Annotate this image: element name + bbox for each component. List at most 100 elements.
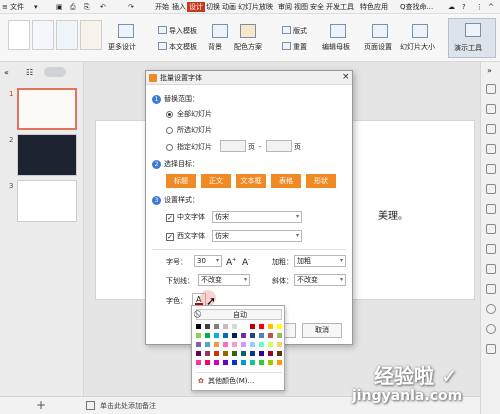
color-swatch[interactable] [258,332,265,339]
collapse-icon[interactable]: ^ [488,2,494,12]
lock-icon[interactable] [486,244,496,254]
color-swatch[interactable] [195,323,202,330]
select-icon[interactable] [486,164,496,174]
tab-developer[interactable]: 开发工具 [326,2,354,12]
tab-special[interactable]: 特色应用 [360,2,388,12]
undo-icon[interactable]: ↶ [100,2,106,12]
color-swatch[interactable] [195,359,202,366]
color-swatch[interactable] [213,359,220,366]
more-icon[interactable]: ⋮ [476,2,483,12]
print-icon[interactable]: ⎘ [84,2,90,12]
color-swatch[interactable] [240,359,247,366]
presenter-tools-button[interactable]: 演示工具 [448,18,496,58]
font-size-select[interactable]: 30 ▾ [194,255,222,267]
image-icon[interactable] [486,264,496,274]
west-font-checkbox[interactable]: ✓ [166,233,174,241]
color-swatch[interactable] [276,350,283,357]
design-thumb-1[interactable] [8,20,30,50]
thumbnail-view-toggle[interactable] [44,67,66,77]
help-circle-icon[interactable] [486,304,496,314]
color-swatch[interactable] [240,323,247,330]
cn-font-checkbox[interactable]: ✓ [166,214,174,222]
collapse-right-icon[interactable]: » [487,66,492,75]
tools-icon[interactable] [486,344,496,354]
redo-icon[interactable]: ↷ [128,2,134,12]
design-thumb-3[interactable] [56,20,78,50]
list-view-icon[interactable]: ☷ [26,68,33,77]
page-from-input[interactable] [220,140,246,152]
color-swatch[interactable] [240,332,247,339]
cancel-button[interactable]: 取消 [302,323,342,338]
page-to-input[interactable] [266,140,292,152]
tab-slideshow[interactable]: 幻灯片放映 [238,2,273,12]
target-body-button[interactable]: 正文 [201,174,231,188]
color-swatch[interactable] [267,341,274,348]
file-menu[interactable]: 文件 [10,2,24,12]
color-swatch[interactable] [222,323,229,330]
search-box[interactable]: Q查找命... [400,2,433,12]
color-swatch[interactable] [204,341,211,348]
color-swatch[interactable] [222,332,229,339]
cn-font-select[interactable]: 仿宋 ▾ [212,211,302,223]
color-swatch[interactable] [231,332,238,339]
more-designs-button[interactable]: 更多设计 [108,42,136,52]
auto-color-option[interactable]: ⃠ 自动 [196,309,282,320]
notes-placeholder[interactable]: 单击此处添加备注 [100,401,156,411]
slide-thumbnail-3[interactable] [17,180,77,222]
color-scheme-button[interactable]: 配色方案 [234,42,262,52]
target-textbox-button[interactable]: 文本框 [236,174,266,188]
menu-icon[interactable]: ≡ [2,2,8,12]
color-swatch[interactable] [249,323,256,330]
color-swatch[interactable] [231,350,238,357]
color-swatch[interactable] [195,332,202,339]
increase-font-icon[interactable]: A+ [226,256,236,268]
save-icon[interactable]: ▣ [56,2,63,12]
color-swatch[interactable] [276,323,283,330]
color-swatch[interactable] [204,332,211,339]
color-swatch[interactable] [222,341,229,348]
underline-select[interactable]: 不改变 ▾ [198,274,250,286]
color-swatch[interactable] [222,359,229,366]
import-template-button[interactable]: 导入模板 [158,26,197,36]
color-swatch[interactable] [258,341,265,348]
color-swatch[interactable] [213,332,220,339]
color-swatch[interactable] [213,350,220,357]
cloud-icon[interactable] [486,224,496,234]
color-swatch[interactable] [267,332,274,339]
property-icon[interactable] [486,84,496,94]
more-colors-option[interactable]: 其他颜色(M)... [208,377,254,386]
animation-icon[interactable] [486,104,496,114]
tab-animation[interactable]: 动画 [222,2,236,12]
design-thumb-2[interactable] [32,20,54,50]
export-icon[interactable]: ⎙ [70,2,76,12]
radio-selected-slides[interactable] [166,127,173,134]
target-title-button[interactable]: 标题 [166,174,196,188]
tab-insert[interactable]: 插入 [172,2,186,12]
settings-icon[interactable] [486,324,496,334]
tab-home[interactable]: 开始 [155,2,169,12]
bold-select[interactable]: 加粗 ▾ [294,255,346,267]
color-swatch[interactable] [258,323,265,330]
color-swatch[interactable] [276,341,283,348]
collapse-left-icon[interactable]: « [4,68,9,77]
color-swatch[interactable] [213,323,220,330]
layout-icon[interactable] [486,284,496,294]
color-swatch[interactable] [258,350,265,357]
page-setup-button[interactable]: 页面设置 [364,42,392,52]
color-swatch[interactable] [249,341,256,348]
design-icon[interactable] [486,144,496,154]
color-swatch[interactable] [258,359,265,366]
color-swatch[interactable] [213,341,220,348]
slide-size-button[interactable]: 幻灯片大小 [400,42,435,52]
color-swatch[interactable] [249,359,256,366]
copy-icon[interactable] [486,124,496,134]
color-swatch[interactable] [231,359,238,366]
add-slide-button[interactable]: + [36,398,46,412]
slide-text[interactable]: 美理。 [378,207,408,222]
slide-thumbnail-2[interactable] [17,134,77,176]
layout-button[interactable]: 版式 [282,26,307,36]
west-font-select[interactable]: 仿宋 ▾ [212,230,302,242]
color-swatch[interactable] [204,350,211,357]
this-doc-template-button[interactable]: 本文模板 [158,42,197,52]
tab-transition[interactable]: 切换 [206,2,220,12]
